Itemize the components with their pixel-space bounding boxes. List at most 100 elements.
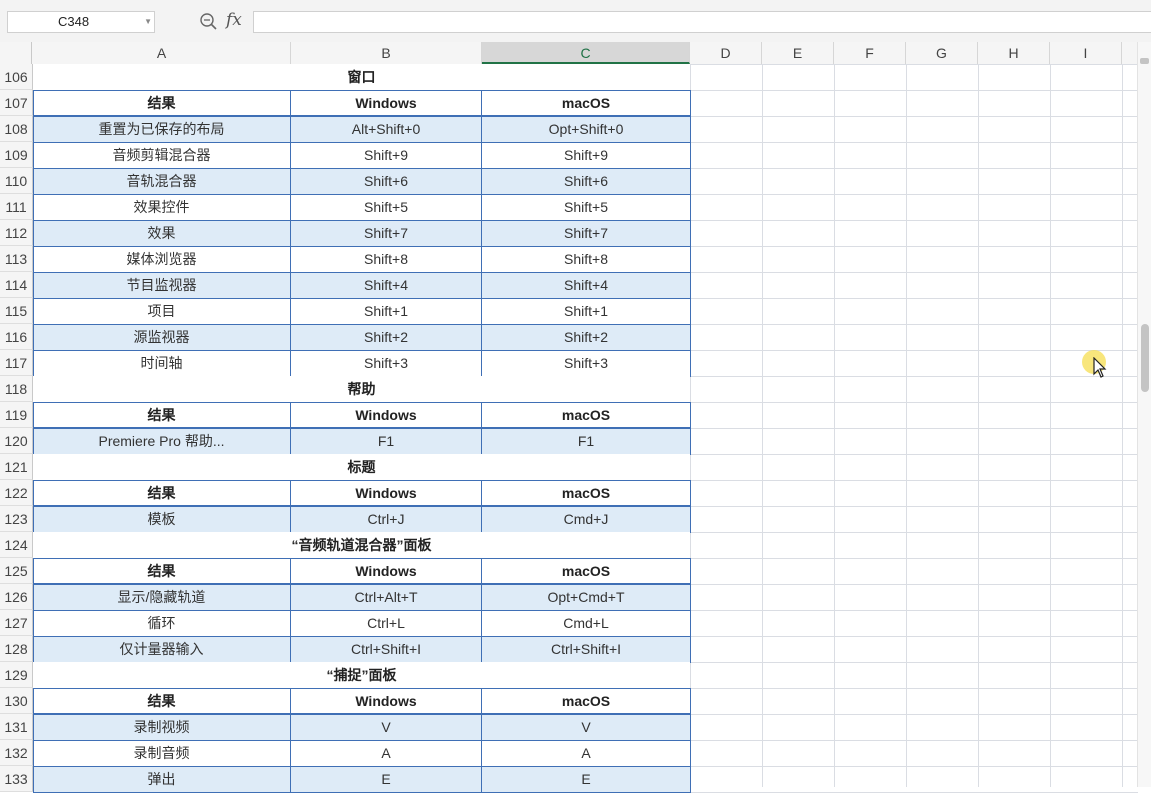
table-cell[interactable]: 媒体浏览器 bbox=[33, 246, 291, 272]
table-cell[interactable]: Shift+1 bbox=[291, 298, 482, 324]
row-header[interactable]: 106 bbox=[0, 64, 33, 90]
chevron-down-icon[interactable]: ▼ bbox=[144, 12, 152, 32]
select-all-corner[interactable] bbox=[0, 42, 32, 64]
column-header-h[interactable]: H bbox=[978, 42, 1050, 64]
column-header-i[interactable]: I bbox=[1050, 42, 1122, 64]
table-header-cell[interactable]: Windows bbox=[291, 480, 482, 506]
column-header-e[interactable]: E bbox=[762, 42, 834, 64]
row-header[interactable]: 116 bbox=[0, 324, 33, 350]
table-cell[interactable]: Shift+9 bbox=[291, 142, 482, 168]
table-cell[interactable]: Ctrl+Shift+I bbox=[291, 636, 482, 662]
column-header-c[interactable]: C bbox=[482, 42, 690, 64]
function-icon[interactable]: fx bbox=[226, 10, 242, 30]
row-header[interactable]: 125 bbox=[0, 558, 33, 584]
row-header[interactable]: 109 bbox=[0, 142, 33, 168]
table-cell[interactable]: 音轨混合器 bbox=[33, 168, 291, 194]
table-cell[interactable]: Opt+Cmd+T bbox=[482, 584, 690, 610]
table-cell[interactable]: Shift+5 bbox=[291, 194, 482, 220]
table-cell[interactable]: Shift+5 bbox=[482, 194, 690, 220]
section-title[interactable]: “音频轨道混合器”面板 bbox=[33, 532, 690, 558]
table-cell[interactable]: F1 bbox=[291, 428, 482, 454]
table-header-cell[interactable]: macOS bbox=[482, 688, 690, 714]
table-header-cell[interactable]: Windows bbox=[291, 402, 482, 428]
scroll-up-icon[interactable] bbox=[1140, 58, 1149, 64]
column-header-a[interactable]: A bbox=[33, 42, 291, 64]
formula-input[interactable] bbox=[253, 11, 1151, 33]
section-title[interactable]: 帮助 bbox=[33, 376, 690, 402]
row-header[interactable]: 108 bbox=[0, 116, 33, 142]
table-header-cell[interactable]: Windows bbox=[291, 688, 482, 714]
row-header[interactable]: 114 bbox=[0, 272, 33, 298]
table-cell[interactable]: Ctrl+L bbox=[291, 610, 482, 636]
row-header[interactable]: 123 bbox=[0, 506, 33, 532]
name-box[interactable]: C348 ▼ bbox=[7, 11, 155, 33]
vertical-scrollbar[interactable] bbox=[1137, 42, 1151, 787]
table-cell[interactable]: Shift+1 bbox=[482, 298, 690, 324]
table-cell[interactable]: 录制视频 bbox=[33, 714, 291, 740]
section-title[interactable]: 标题 bbox=[33, 454, 690, 480]
row-header[interactable]: 113 bbox=[0, 246, 33, 272]
table-cell[interactable]: F1 bbox=[482, 428, 690, 454]
table-cell[interactable]: 循环 bbox=[33, 610, 291, 636]
table-cell[interactable]: 重置为已保存的布局 bbox=[33, 116, 291, 142]
row-header[interactable]: 124 bbox=[0, 532, 33, 558]
column-header-b[interactable]: B bbox=[291, 42, 482, 64]
table-cell[interactable]: Shift+3 bbox=[291, 350, 482, 376]
table-header-cell[interactable]: macOS bbox=[482, 558, 690, 584]
table-cell[interactable]: 源监视器 bbox=[33, 324, 291, 350]
row-header[interactable]: 112 bbox=[0, 220, 33, 246]
row-header[interactable]: 130 bbox=[0, 688, 33, 714]
table-cell[interactable]: Cmd+J bbox=[482, 506, 690, 532]
table-header-cell[interactable]: 结果 bbox=[33, 90, 291, 116]
row-header[interactable]: 131 bbox=[0, 714, 33, 740]
row-header[interactable]: 128 bbox=[0, 636, 33, 662]
table-cell[interactable]: 项目 bbox=[33, 298, 291, 324]
table-cell[interactable]: Shift+7 bbox=[482, 220, 690, 246]
row-header[interactable]: 126 bbox=[0, 584, 33, 610]
section-title[interactable]: 窗口 bbox=[33, 64, 690, 90]
table-cell[interactable]: 时间轴 bbox=[33, 350, 291, 376]
table-header-cell[interactable]: macOS bbox=[482, 480, 690, 506]
table-cell[interactable]: Shift+8 bbox=[482, 246, 690, 272]
row-header[interactable]: 115 bbox=[0, 298, 33, 324]
row-header[interactable]: 120 bbox=[0, 428, 33, 454]
table-header-cell[interactable]: macOS bbox=[482, 402, 690, 428]
row-header[interactable]: 119 bbox=[0, 402, 33, 428]
table-cell[interactable]: Ctrl+Alt+T bbox=[291, 584, 482, 610]
row-header[interactable]: 118 bbox=[0, 376, 33, 402]
row-header[interactable]: 110 bbox=[0, 168, 33, 194]
table-cell[interactable]: 弹出 bbox=[33, 766, 291, 792]
table-cell[interactable]: Alt+Shift+0 bbox=[291, 116, 482, 142]
table-cell[interactable]: Shift+3 bbox=[482, 350, 690, 376]
table-header-cell[interactable]: 结果 bbox=[33, 402, 291, 428]
table-cell[interactable]: Shift+6 bbox=[291, 168, 482, 194]
table-cell[interactable]: Shift+4 bbox=[291, 272, 482, 298]
column-header-d[interactable]: D bbox=[690, 42, 762, 64]
table-header-cell[interactable]: macOS bbox=[482, 90, 690, 116]
row-header[interactable]: 133 bbox=[0, 766, 33, 792]
table-cell[interactable]: Shift+9 bbox=[482, 142, 690, 168]
row-header[interactable]: 122 bbox=[0, 480, 33, 506]
table-cell[interactable]: Ctrl+J bbox=[291, 506, 482, 532]
table-cell[interactable]: A bbox=[291, 740, 482, 766]
table-cell[interactable]: 效果 bbox=[33, 220, 291, 246]
row-header[interactable]: 129 bbox=[0, 662, 33, 688]
row-header[interactable]: 127 bbox=[0, 610, 33, 636]
table-cell[interactable]: 音频剪辑混合器 bbox=[33, 142, 291, 168]
table-cell[interactable]: Shift+2 bbox=[482, 324, 690, 350]
row-header[interactable]: 132 bbox=[0, 740, 33, 766]
table-cell[interactable]: 节目监视器 bbox=[33, 272, 291, 298]
table-cell[interactable]: Opt+Shift+0 bbox=[482, 116, 690, 142]
table-cell[interactable]: 模板 bbox=[33, 506, 291, 532]
table-cell[interactable]: E bbox=[291, 766, 482, 792]
table-cell[interactable]: E bbox=[482, 766, 690, 792]
table-cell[interactable]: V bbox=[291, 714, 482, 740]
table-header-cell[interactable]: 结果 bbox=[33, 480, 291, 506]
row-header[interactable]: 111 bbox=[0, 194, 33, 220]
table-cell[interactable]: Cmd+L bbox=[482, 610, 690, 636]
table-cell[interactable]: Shift+6 bbox=[482, 168, 690, 194]
table-cell[interactable]: Shift+7 bbox=[291, 220, 482, 246]
table-header-cell[interactable]: Windows bbox=[291, 558, 482, 584]
table-cell[interactable]: A bbox=[482, 740, 690, 766]
row-header[interactable]: 121 bbox=[0, 454, 33, 480]
